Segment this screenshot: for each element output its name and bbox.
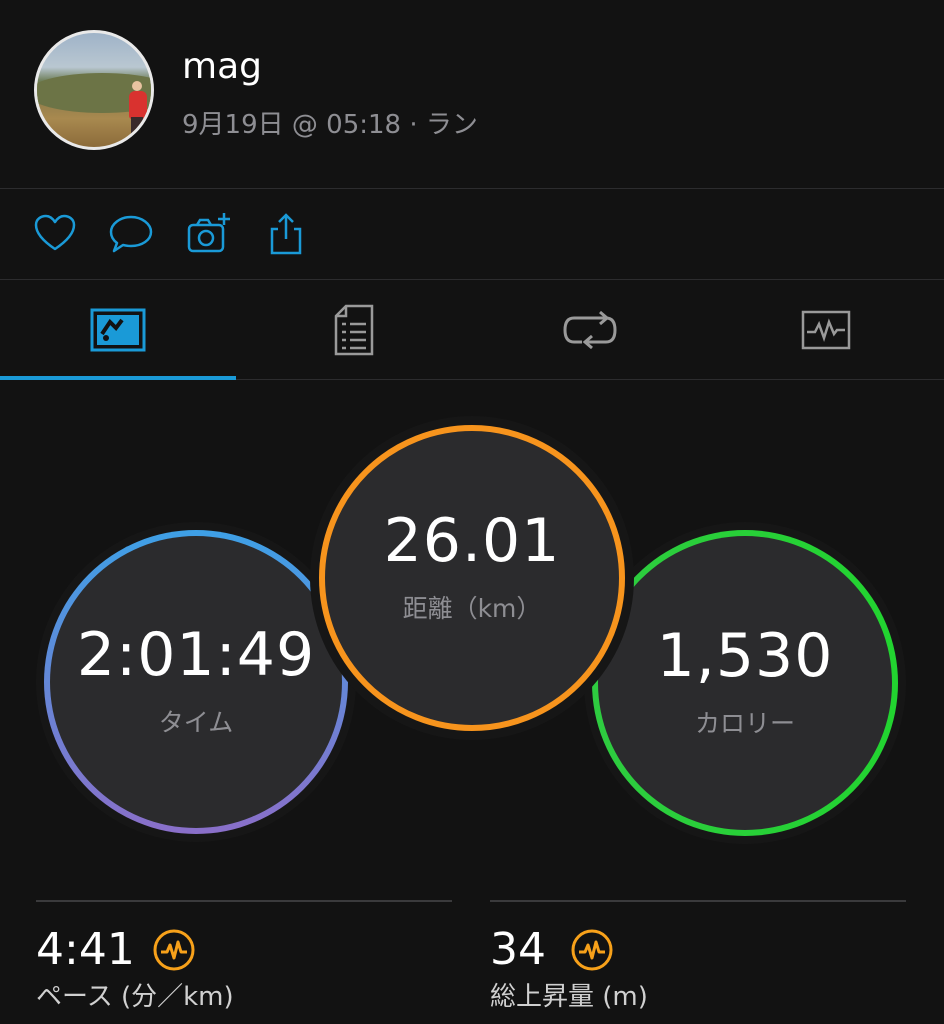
username[interactable]: mag bbox=[182, 46, 262, 87]
distance-label: 距離（km） bbox=[402, 594, 542, 623]
pace-value: 4:41 bbox=[36, 924, 135, 975]
tab-laps[interactable] bbox=[472, 280, 708, 380]
time-ring: 2:01:49 タイム bbox=[36, 522, 356, 842]
tab-overview[interactable] bbox=[0, 280, 236, 380]
performance-badge-icon bbox=[153, 929, 195, 971]
tab-charts[interactable] bbox=[708, 280, 944, 380]
calories-label: カロリー bbox=[694, 709, 795, 738]
ascent-value: 34 bbox=[490, 924, 546, 975]
time-label: タイム bbox=[158, 708, 234, 737]
activity-subtitle: 9月19日 @ 05:18 · ラン bbox=[182, 110, 478, 140]
tab-details[interactable] bbox=[236, 280, 472, 380]
pace-stat[interactable]: 4:41 ペース (分／km) bbox=[36, 900, 452, 1012]
add-photo-icon[interactable] bbox=[186, 211, 232, 257]
tab-bar bbox=[0, 280, 944, 380]
distance-ring: 26.01 距離（km） bbox=[310, 416, 634, 740]
share-icon[interactable] bbox=[264, 211, 310, 257]
pace-label: ペース (分／km) bbox=[36, 982, 234, 1012]
details-icon bbox=[334, 304, 374, 356]
distance-value: 26.01 bbox=[383, 506, 561, 576]
overview-icon bbox=[90, 308, 146, 352]
laps-icon bbox=[563, 310, 617, 350]
calories-value: 1,530 bbox=[656, 621, 834, 691]
performance-badge-icon bbox=[571, 929, 613, 971]
ascent-stat[interactable]: 34 総上昇量 (m) bbox=[490, 900, 906, 1012]
time-value: 2:01:49 bbox=[76, 620, 316, 690]
ascent-label: 総上昇量 (m) bbox=[490, 982, 648, 1012]
activity-header: mag 9月19日 @ 05:18 · ラン bbox=[0, 0, 944, 188]
heart-icon[interactable] bbox=[32, 211, 78, 257]
action-bar bbox=[0, 189, 944, 279]
comment-icon[interactable] bbox=[108, 211, 154, 257]
charts-icon bbox=[801, 310, 851, 350]
avatar[interactable] bbox=[34, 30, 154, 150]
active-tab-indicator bbox=[0, 376, 236, 380]
